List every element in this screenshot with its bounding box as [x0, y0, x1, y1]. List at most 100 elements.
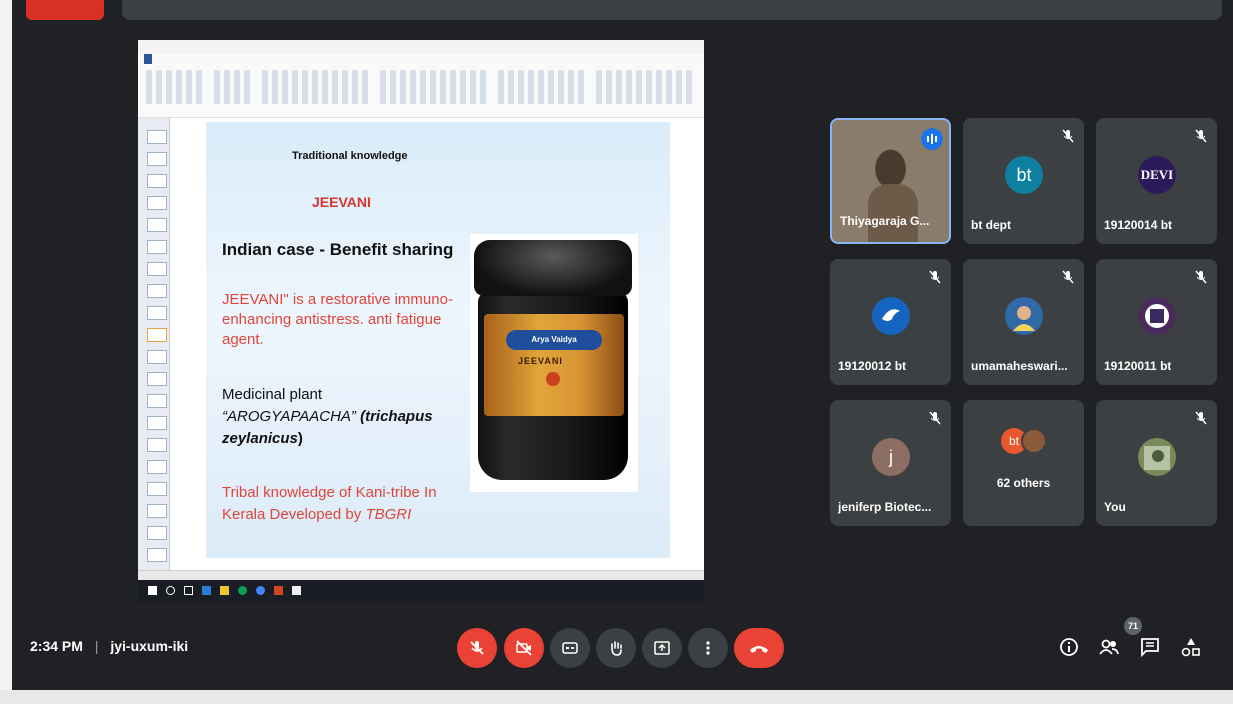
participant-tile[interactable]: Thiyagaraja G... [830, 118, 951, 244]
camera-off-icon [516, 640, 532, 656]
participant-name: bt dept [971, 218, 1011, 232]
ribbon-group [214, 70, 254, 104]
meeting-separator: | [94, 638, 99, 654]
edge-icon [202, 586, 211, 595]
ppt-ribbon [138, 64, 704, 118]
powerpoint-icon [274, 586, 283, 595]
search-icon [166, 586, 175, 595]
camera-toggle-button[interactable] [504, 628, 544, 668]
avatar-photo [1138, 297, 1176, 335]
others-count: 62 others [996, 476, 1051, 490]
slide-title: Traditional knowledge [292, 150, 408, 162]
screen-frame: Traditional knowledge JEEVANI Indian cas… [0, 0, 1233, 704]
slide-thumbnail [147, 218, 167, 232]
slide-thumbnail [147, 416, 167, 430]
avatar: DEVI [1138, 156, 1176, 194]
slide-subject: JEEVANI [312, 194, 371, 210]
slide-thumbnail [147, 548, 167, 562]
speaking-icon [921, 128, 943, 150]
leave-call-button[interactable] [734, 628, 784, 668]
meeting-time: 2:34 PM [30, 638, 83, 654]
mic-off-icon [929, 411, 941, 425]
others-tile[interactable]: bt 62 others [963, 400, 1084, 526]
slide-thumbnail [147, 284, 167, 298]
start-icon [148, 586, 157, 595]
window-bottom-edge [0, 690, 1233, 704]
jeevani-jar-image: Arya Vaidya JEEVANI [470, 234, 638, 492]
participant-tile[interactable]: DEVI 19120014 bt [1096, 118, 1217, 244]
app-icon [292, 586, 301, 595]
ppt-status-bar [138, 570, 704, 580]
captions-icon [562, 642, 578, 654]
mic-off-icon [1195, 411, 1207, 425]
folder-icon [220, 586, 229, 595]
meet-window: Traditional knowledge JEEVANI Indian cas… [12, 0, 1233, 690]
slide-thumbnail [147, 174, 167, 188]
captions-button[interactable] [550, 628, 590, 668]
participant-tile[interactable]: j jeniferp Biotec... [830, 400, 951, 526]
chat-icon[interactable] [1139, 636, 1161, 658]
slide-thumbnail-selected [147, 328, 167, 342]
participant-name: umamaheswari... [971, 359, 1068, 373]
slide-heading: Indian case - Benefit sharing [222, 240, 454, 259]
people-count-badge: 71 [1124, 617, 1142, 635]
participant-name: 19120014 bt [1104, 218, 1173, 232]
participant-name: jeniferp Biotec... [838, 500, 932, 514]
jar-lid [474, 240, 632, 296]
participant-tile[interactable]: umamaheswari... [963, 259, 1084, 385]
present-icon [654, 641, 670, 655]
top-bar-pill [122, 0, 1222, 20]
hang-up-icon [750, 646, 768, 653]
self-tile[interactable]: You [1096, 400, 1217, 526]
tribal-org: TBGRI [365, 506, 412, 523]
activities-icon[interactable] [1180, 636, 1202, 658]
participant-tile[interactable]: 19120011 bt [1096, 259, 1217, 385]
raise-hand-button[interactable] [596, 628, 636, 668]
avatar: bt [1005, 156, 1043, 194]
slide-thumbnail [147, 350, 167, 364]
participant-tile[interactable]: bt bt dept [963, 118, 1084, 244]
present-button[interactable] [642, 628, 682, 668]
recording-indicator [26, 0, 104, 20]
raise-hand-icon [611, 641, 622, 656]
more-icon [706, 641, 710, 655]
plant-name: “AROGYAPAACHA” [222, 408, 356, 425]
slide-thumbnails [138, 118, 170, 570]
slide-thumbnail [147, 482, 167, 496]
avatar: j [872, 438, 910, 476]
avatar-photo [1138, 438, 1176, 476]
plant-line: Medicinal plant [222, 386, 323, 403]
people-icon[interactable] [1098, 636, 1120, 658]
mic-off-icon [1062, 270, 1074, 284]
ppt-ribbon-tabs [138, 54, 704, 64]
bird-avatar-icon [872, 297, 910, 335]
mic-off-icon [1195, 270, 1207, 284]
participant-name: 19120011 bt [1104, 359, 1172, 373]
app-icon [256, 586, 265, 595]
chrome-icon [238, 586, 247, 595]
ribbon-group [262, 70, 372, 104]
participant-name: 19120012 bt [838, 359, 907, 373]
mic-off-icon [470, 641, 484, 655]
slide-thumbnail [147, 526, 167, 540]
slide-description: JEEVANI" is a restorative immuno-enhanci… [222, 291, 453, 348]
slide-thumbnail [147, 504, 167, 518]
info-icon[interactable] [1058, 636, 1080, 658]
jar-brand: Arya Vaidya [506, 330, 602, 350]
slide-thumbnail [147, 262, 167, 276]
avatar-photo [1021, 428, 1047, 454]
plant-close: ) [297, 430, 303, 447]
slide-thumbnail [147, 240, 167, 254]
mic-toggle-button[interactable] [457, 628, 497, 668]
ribbon-group [498, 70, 588, 104]
slide-tribal-note: Tribal knowledge of Kani-tribe In Kerala… [222, 482, 482, 526]
meeting-info: 2:34 PM | jyi-uxum-iki [30, 638, 188, 654]
slide-thumbnail [147, 152, 167, 166]
participant-tile[interactable]: 19120012 bt [830, 259, 951, 385]
ppt-file-tab [144, 54, 152, 64]
more-options-button[interactable] [688, 628, 728, 668]
jar-name: JEEVANI [518, 356, 563, 366]
participant-name: You [1104, 500, 1126, 514]
plant-name-line: “AROGYAPAACHA” (trichapus zeylanicus) [222, 406, 482, 450]
task-view-icon [184, 586, 193, 595]
